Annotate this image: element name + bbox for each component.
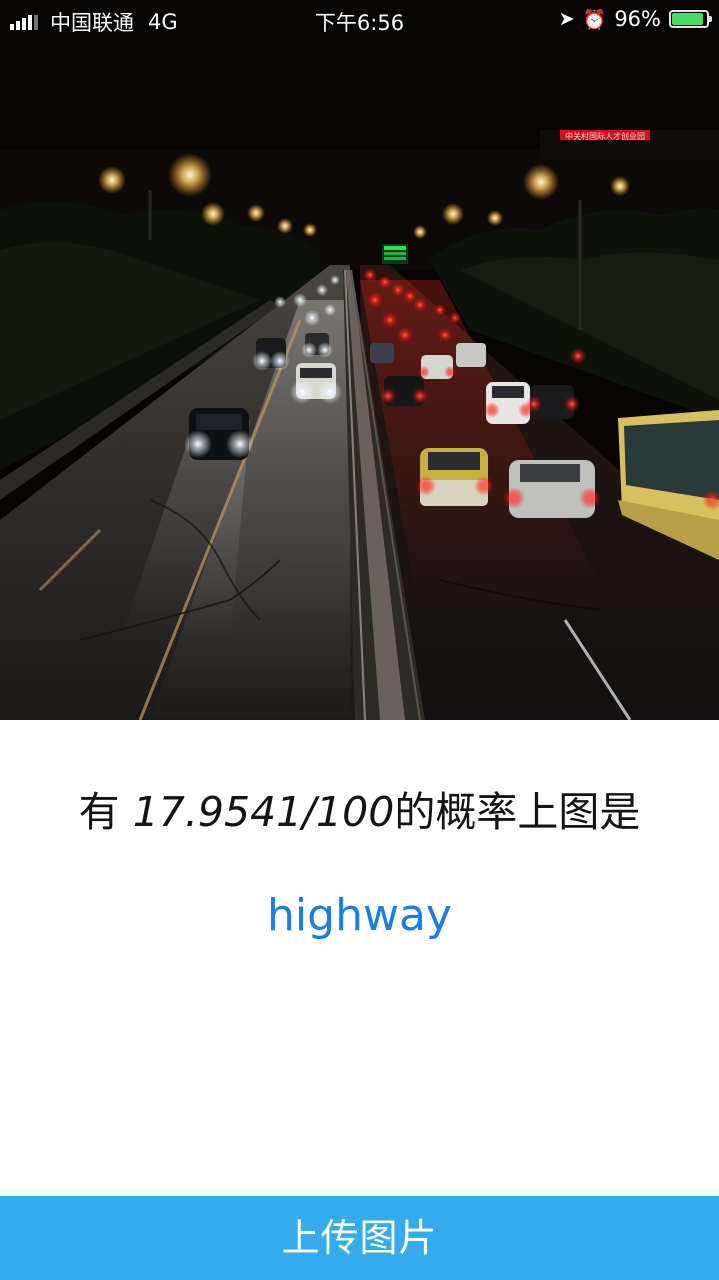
predicted-label: highway: [267, 890, 452, 941]
status-bar: 中国联通 4G 下午6:56 ➤ ⏰ 96%: [0, 0, 719, 38]
alarm-clock-icon: ⏰: [582, 8, 607, 31]
probability-sentence: 有 17.9541/100的概率上图是: [0, 778, 719, 838]
upload-image-button[interactable]: 上传图片: [0, 1196, 719, 1280]
classified-photo: 中关村国际人才创业园: [0, 0, 719, 720]
probability-value: 17.9541/100: [132, 788, 395, 836]
app-screen: 中关村国际人才创业园 中国联通 4G 下午6:56 ➤ ⏰ 96% 有 17.9…: [0, 0, 719, 1280]
location-arrow-icon: ➤: [558, 8, 575, 30]
battery-icon: [669, 10, 712, 28]
probability-suffix: 的概率上图是: [394, 788, 641, 836]
probability-prefix: 有: [78, 788, 133, 836]
status-bar-right: ➤ ⏰ 96%: [558, 7, 712, 31]
battery-percent: 96%: [614, 7, 661, 31]
battery-fill: [672, 13, 703, 25]
building-sign-text: 中关村国际人才创业园: [565, 131, 645, 141]
